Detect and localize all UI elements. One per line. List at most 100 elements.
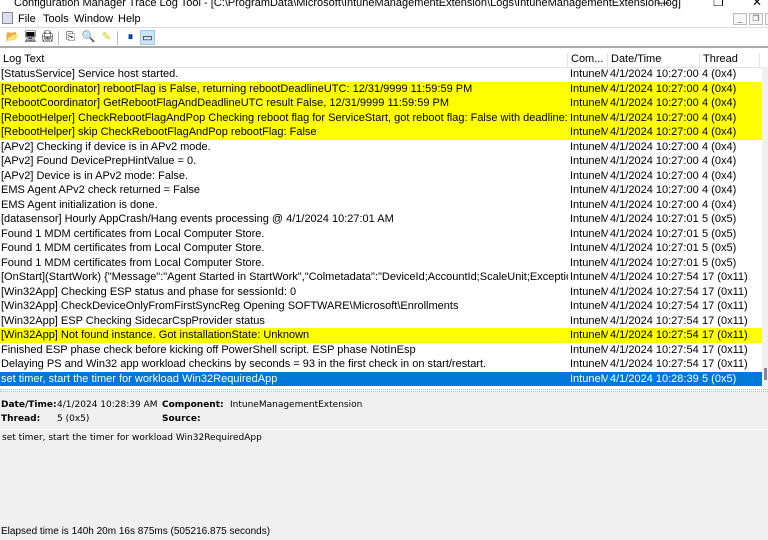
thread-cell: 17 (0x11) xyxy=(702,358,748,370)
column-thread[interactable]: Thread xyxy=(700,53,760,68)
log-row[interactable]: [APv2] Checking if device is in APv2 mod… xyxy=(0,140,768,155)
log-row[interactable]: [OnStart](StartWork) {"Message":"Agent S… xyxy=(0,270,768,285)
log-row[interactable]: [RebootCoordinator] GetRebootFlagAndDead… xyxy=(0,96,768,111)
log-text-cell: [Win32App] Checking ESP status and phase… xyxy=(1,285,297,298)
log-row[interactable]: Delaying PS and Win32 app workload check… xyxy=(0,357,768,372)
maximize-button[interactable]: ❐ xyxy=(713,0,724,9)
status-bar: Elapsed time is 140h 20m 16s 875ms (5052… xyxy=(0,523,768,540)
column-datetime[interactable]: Date/Time xyxy=(608,53,700,68)
scrollbar-thumb[interactable] xyxy=(764,368,767,380)
component-cell: IntuneM xyxy=(570,242,608,254)
log-list: [StatusService] Service host started. Int… xyxy=(0,67,768,386)
menu-help[interactable]: Help xyxy=(118,13,141,25)
log-row[interactable]: EMS Agent APv2 check returned = False Int… xyxy=(0,183,768,198)
thread-cell: 5 (0x5) xyxy=(702,242,737,254)
log-row[interactable]: [Win32App] ESP Checking SidecarCspProvid… xyxy=(0,314,768,329)
print-preview-icon[interactable]: 🖥 xyxy=(23,30,38,45)
thread-cell: 5 (0x5) xyxy=(702,227,737,240)
log-text-cell: [RebootHelper] skip CheckRebootFlagAndPo… xyxy=(1,126,317,138)
title-bar: Configuration Manager Trace Log Tool - [… xyxy=(0,0,768,10)
pause-icon[interactable]: ⏸ xyxy=(123,30,138,45)
window-title: Configuration Manager Trace Log Tool - [… xyxy=(14,0,681,9)
log-text-cell: [Win32App] CheckDeviceOnlyFromFirstSyncR… xyxy=(1,300,459,312)
thread-cell: 17 (0x11) xyxy=(702,285,748,298)
log-text-cell: [OnStart](StartWork) {"Message":"Agent S… xyxy=(1,271,568,283)
log-row[interactable]: [Win32App] CheckDeviceOnlyFromFirstSyncR… xyxy=(0,299,768,314)
log-row[interactable]: [StatusService] Service host started. Int… xyxy=(0,67,768,82)
log-row[interactable]: [RebootHelper] skip CheckRebootFlagAndPo… xyxy=(0,125,768,140)
log-text-cell: Finished ESP phase check before kicking … xyxy=(1,343,416,356)
thread-cell: 4 (0x4) xyxy=(702,155,737,167)
log-row[interactable]: [APv2] Device is in APv2 mode: False. Int… xyxy=(0,169,768,184)
thread-cell: 17 (0x11) xyxy=(702,271,748,283)
datetime-cell: 4/1/2024 10:28:39 AM xyxy=(610,372,700,385)
datetime-cell: 4/1/2024 10:27:00 AM xyxy=(610,68,700,80)
thread-cell: 4 (0x4) xyxy=(702,140,737,153)
column-log-text[interactable]: Log Text xyxy=(0,53,568,68)
vertical-scrollbar[interactable] xyxy=(762,67,768,387)
thread-cell: 4 (0x4) xyxy=(702,126,737,138)
source-label: Source: xyxy=(162,414,201,424)
column-component[interactable]: Com... xyxy=(568,53,608,68)
thread-cell: 4 (0x4) xyxy=(702,111,737,124)
component-cell: IntuneM xyxy=(570,82,608,95)
component-cell: IntuneM xyxy=(570,111,608,124)
log-row[interactable]: Found 1 MDM certificates from Local Comp… xyxy=(0,227,768,242)
menu-window[interactable]: Window xyxy=(74,13,113,25)
datetime-cell: 4/1/2024 10:27:54 AM xyxy=(610,358,700,370)
component-cell: IntuneM xyxy=(570,256,608,269)
log-row[interactable]: Found 1 MDM certificates from Local Comp… xyxy=(0,241,768,256)
menu-tools[interactable]: Tools xyxy=(43,13,69,25)
component-cell: IntuneM xyxy=(570,358,608,370)
highlight-icon[interactable]: ✎ xyxy=(99,30,114,45)
log-row[interactable]: [Win32App] Not found instance. Got insta… xyxy=(0,328,768,343)
toolbar-separator xyxy=(117,31,118,45)
mdi-minimize-button[interactable]: _ xyxy=(733,13,747,25)
preview-pane-icon[interactable]: ▭ xyxy=(140,30,155,45)
log-row[interactable]: Finished ESP phase check before kicking … xyxy=(0,343,768,358)
open-icon[interactable]: 📂 xyxy=(5,30,20,45)
thread-cell: 4 (0x4) xyxy=(702,82,737,95)
datetime-cell: 4/1/2024 10:27:00 AM xyxy=(610,140,700,153)
log-text-cell: [Win32App] ESP Checking SidecarCspProvid… xyxy=(1,314,265,327)
component-label: Component: xyxy=(162,400,224,410)
log-text-cell: Found 1 MDM certificates from Local Comp… xyxy=(1,227,265,240)
minimize-button[interactable]: — xyxy=(657,0,669,9)
print-icon[interactable]: 🖨 xyxy=(40,30,55,45)
component-cell: IntuneM xyxy=(570,126,608,138)
datetime-cell: 4/1/2024 10:27:00 AM xyxy=(610,97,700,109)
mdi-restore-button[interactable]: ❐ xyxy=(749,13,763,25)
datetime-label: Date/Time: xyxy=(1,400,57,410)
datetime-cell: 4/1/2024 10:27:00 AM xyxy=(610,111,700,124)
log-text-cell: [RebootCoordinator] GetRebootFlagAndDead… xyxy=(1,97,450,109)
thread-cell: 17 (0x11) xyxy=(702,329,748,341)
log-row[interactable]: [RebootHelper] CheckRebootFlagAndPop Che… xyxy=(0,110,768,125)
component-cell: IntuneM xyxy=(570,314,608,327)
log-text-cell: EMS Agent APv2 check returned = False xyxy=(1,184,201,196)
menu-file[interactable]: File xyxy=(18,13,36,25)
log-text-cell: [Win32App] Not found instance. Got insta… xyxy=(1,329,310,341)
component-cell: IntuneM xyxy=(570,169,608,182)
thread-cell: 17 (0x11) xyxy=(702,314,748,327)
find-icon[interactable]: 🔍 xyxy=(81,30,96,45)
component-cell: IntuneM xyxy=(570,300,608,312)
close-button[interactable]: ✕ xyxy=(752,0,762,9)
log-row[interactable]: EMS Agent initialization is done. IntuneM… xyxy=(0,198,768,213)
log-row[interactable]: [APv2] Found DevicePrepHintValue = 0. Int… xyxy=(0,154,768,169)
log-row[interactable]: Found 1 MDM certificates from Local Comp… xyxy=(0,256,768,271)
log-row[interactable]: [RebootCoordinator] rebootFlag is False,… xyxy=(0,81,768,96)
component-cell: IntuneM xyxy=(570,213,608,225)
datetime-cell: 4/1/2024 10:27:01 AM xyxy=(610,256,700,269)
log-text-cell: [RebootCoordinator] rebootFlag is False,… xyxy=(1,82,473,95)
datetime-value: 4/1/2024 10:28:39 AM xyxy=(57,400,158,410)
component-cell: IntuneM xyxy=(570,184,608,196)
log-text-cell: [APv2] Found DevicePrepHintValue = 0. xyxy=(1,155,197,167)
component-cell: IntuneM xyxy=(570,343,608,356)
log-row[interactable]: [Win32App] Checking ESP status and phase… xyxy=(0,285,768,300)
log-row[interactable]: set timer, start the timer for workload … xyxy=(0,371,768,386)
log-row[interactable]: [datasensor] Hourly AppCrash/Hang events… xyxy=(0,212,768,227)
copy-icon[interactable]: ⎘ xyxy=(63,30,78,45)
log-text-cell: set timer, start the timer for workload … xyxy=(1,372,278,385)
message-text: set timer, start the timer for workload … xyxy=(0,429,768,517)
log-text-cell: [datasensor] Hourly AppCrash/Hang events… xyxy=(1,213,394,225)
